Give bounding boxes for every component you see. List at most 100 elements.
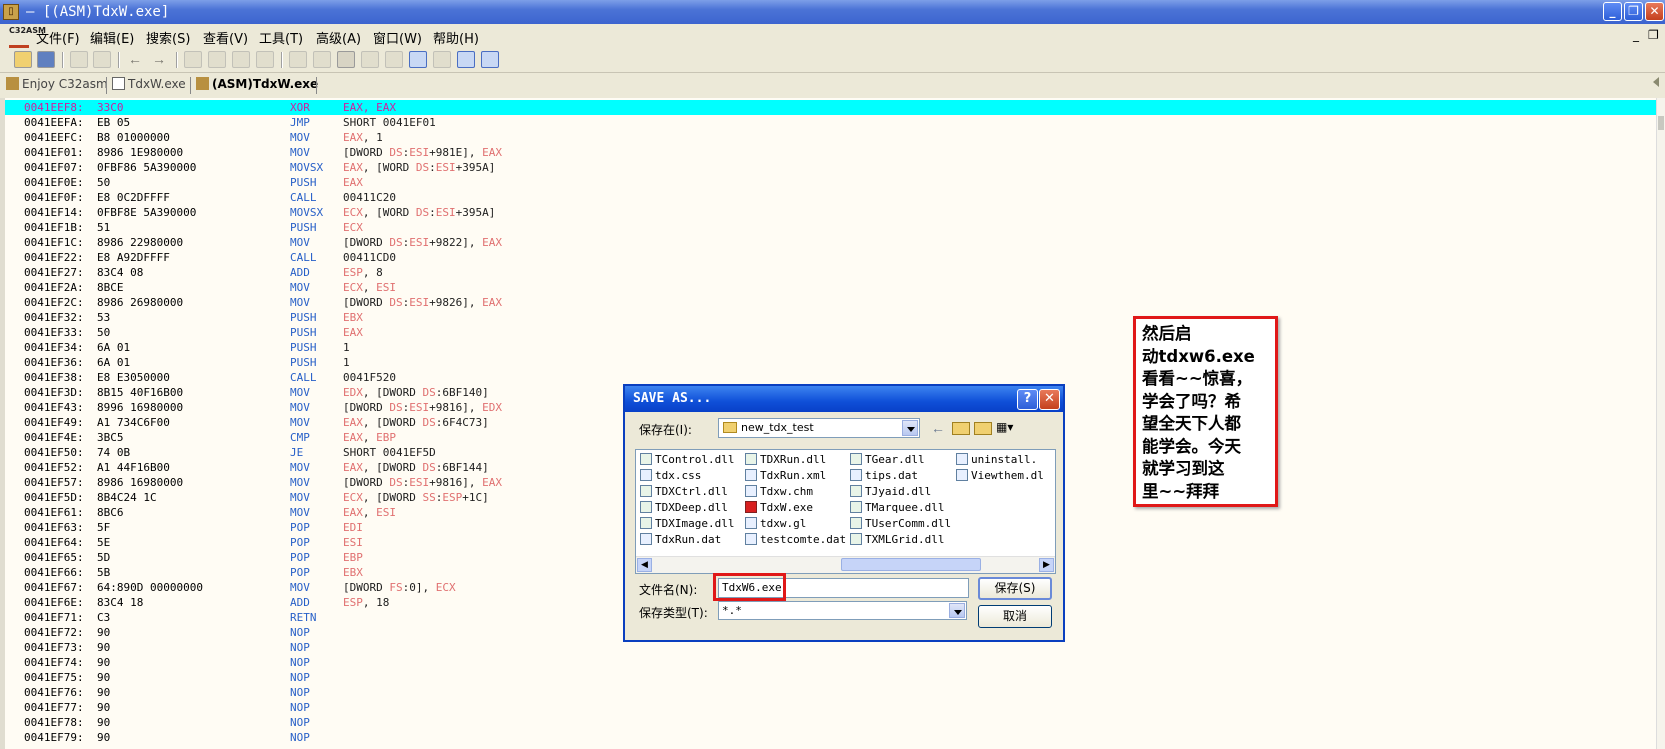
- disasm-row[interactable]: 0041EF34: 6A 01 PUSH 1: [24, 340, 1634, 355]
- file-item[interactable]: testcomte.dat: [745, 532, 846, 548]
- paste-icon[interactable]: [93, 51, 111, 68]
- view-asm-icon[interactable]: [409, 51, 427, 68]
- file-item[interactable]: TXMLGrid.dll: [850, 532, 944, 548]
- disasm-row[interactable]: 0041EF0E: 50 PUSH EAX: [24, 175, 1634, 190]
- view-menu-icon[interactable]: ▦▾: [996, 420, 1020, 436]
- file-item[interactable]: TJyaid.dll: [850, 484, 931, 500]
- file-item[interactable]: uninstall.: [956, 452, 1037, 468]
- chevron-down-icon[interactable]: [949, 603, 965, 618]
- file-item[interactable]: tips.dat: [850, 468, 918, 484]
- tab-enjoy-c32asm[interactable]: Enjoy C32asm: [6, 77, 108, 97]
- gear-icon[interactable]: [289, 51, 307, 68]
- file-item[interactable]: TGear.dll: [850, 452, 925, 468]
- file-item[interactable]: Tdxw.chm: [745, 484, 813, 500]
- mdi-restore-icon[interactable]: ❐: [1648, 28, 1659, 42]
- up-folder-icon[interactable]: [952, 422, 970, 435]
- disasm-row[interactable]: 0041EF73: 90 NOP: [24, 640, 1634, 655]
- grid-icon[interactable]: [361, 51, 379, 68]
- file-list[interactable]: TControl.dll tdx.css TDXCtrl.dll TDXDeep.dl…: [635, 449, 1056, 574]
- disasm-row[interactable]: 0041EF79: 90 NOP: [24, 730, 1634, 745]
- help-button[interactable]: ?: [1017, 389, 1038, 410]
- return-icon[interactable]: [256, 51, 274, 68]
- settings-icon[interactable]: [433, 51, 451, 68]
- mdi-minimize-icon[interactable]: _: [1633, 28, 1639, 42]
- save-icon[interactable]: [37, 51, 55, 68]
- file-item[interactable]: TMarquee.dll: [850, 500, 944, 516]
- copy-icon[interactable]: [70, 51, 88, 68]
- menu-tools[interactable]: 工具(T): [259, 28, 303, 47]
- file-item[interactable]: TdxW.exe: [745, 500, 813, 516]
- file-item[interactable]: TDXDeep.dll: [640, 500, 728, 516]
- goto-icon[interactable]: [184, 51, 202, 68]
- menu-window[interactable]: 窗口(W): [373, 28, 422, 47]
- split-icon[interactable]: [481, 51, 499, 68]
- disasm-row[interactable]: 0041EF1B: 51 PUSH ECX: [24, 220, 1634, 235]
- tab-asm-tdxw-exe[interactable]: (ASM)TdxW.exe: [196, 77, 318, 97]
- dialog-close-button[interactable]: ✕: [1039, 389, 1060, 410]
- disasm-row[interactable]: 0041EF77: 90 NOP: [24, 700, 1634, 715]
- maximize-button[interactable]: ❐: [1624, 2, 1643, 21]
- scroll-left-icon[interactable]: ◀: [637, 558, 652, 572]
- file-item[interactable]: tdx.css: [640, 468, 701, 484]
- disasm-row[interactable]: 0041EF75: 90 NOP: [24, 670, 1634, 685]
- file-item[interactable]: tdxw.gl: [745, 516, 806, 532]
- close-button[interactable]: ✕: [1645, 2, 1664, 21]
- back-icon[interactable]: ←: [931, 420, 949, 436]
- menu-advanced[interactable]: 高级(A): [316, 28, 361, 47]
- window-icon[interactable]: [457, 51, 475, 68]
- disasm-row[interactable]: 0041EF0F: E8 0C2DFFFF CALL 00411C20: [24, 190, 1634, 205]
- disasm-row[interactable]: 0041EF2A: 8BCE MOV ECX, ESI: [24, 280, 1634, 295]
- disasm-row[interactable]: 0041EF07: 0FBF86 5A390000 MOVSX EAX, [WORD …: [24, 160, 1634, 175]
- disasm-row[interactable]: 0041EF1C: 8986 22980000 MOV [DWORD DS:ESI+9…: [24, 235, 1634, 250]
- vertical-scrollbar[interactable]: [1656, 98, 1665, 749]
- disasm-row[interactable]: 0041EF01: 8986 1E980000 MOV [DWORD DS:ESI+9…: [24, 145, 1634, 160]
- new-folder-icon[interactable]: [974, 422, 992, 435]
- menu-edit[interactable]: 编辑(E): [90, 28, 134, 47]
- disasm-row[interactable]: 0041EF38: E8 E3050000 CALL 0041F520: [24, 370, 1634, 385]
- back-arrow-icon[interactable]: ←: [128, 51, 146, 68]
- save-in-combo[interactable]: new_tdx_test: [718, 418, 920, 438]
- call-icon[interactable]: [232, 51, 250, 68]
- table-icon[interactable]: [385, 51, 403, 68]
- chevron-down-icon[interactable]: [902, 420, 918, 436]
- file-item[interactable]: TDXRun.dll: [745, 452, 826, 468]
- list-icon[interactable]: [313, 51, 331, 68]
- minimize-button[interactable]: _: [1603, 2, 1622, 21]
- menu-help[interactable]: 帮助(H): [433, 28, 479, 47]
- disasm-row[interactable]: 0041EF14: 0FBF8E 5A390000 MOVSX ECX, [WORD …: [24, 205, 1634, 220]
- app-icon[interactable]: ▯: [3, 4, 19, 20]
- tab-tdxw-exe[interactable]: TdxW.exe: [112, 77, 186, 97]
- file-item[interactable]: TDXImage.dll: [640, 516, 734, 532]
- align-icon[interactable]: [337, 51, 355, 68]
- scroll-right-icon[interactable]: ▶: [1039, 558, 1054, 572]
- file-item[interactable]: TDXCtrl.dll: [640, 484, 728, 500]
- save-button[interactable]: 保存(S): [978, 577, 1052, 600]
- file-item[interactable]: TdxRun.xml: [745, 468, 826, 484]
- disasm-row[interactable]: 0041EEF8: 33C0 XOR EAX, EAX: [5, 100, 1656, 115]
- file-item[interactable]: TUserComm.dll: [850, 516, 951, 532]
- filetype-combo[interactable]: *.*: [718, 601, 967, 620]
- disasm-row[interactable]: 0041EEFA: EB 05 JMP SHORT 0041EF01: [24, 115, 1634, 130]
- jump-icon[interactable]: [208, 51, 226, 68]
- disasm-row[interactable]: 0041EF33: 50 PUSH EAX: [24, 325, 1634, 340]
- menu-view[interactable]: 查看(V): [203, 28, 248, 47]
- file-item[interactable]: TdxRun.dat: [640, 532, 721, 548]
- disasm-row[interactable]: 0041EF27: 83C4 08 ADD ESP, 8: [24, 265, 1634, 280]
- horizontal-scrollbar-thumb[interactable]: [841, 558, 981, 571]
- scrollbar-thumb[interactable]: [1658, 116, 1664, 130]
- disasm-row[interactable]: 0041EF74: 90 NOP: [24, 655, 1634, 670]
- forward-arrow-icon[interactable]: →: [152, 51, 170, 68]
- disasm-row[interactable]: 0041EF78: 90 NOP: [24, 715, 1634, 730]
- file-list-horizontal-scrollbar[interactable]: ◀ ▶: [636, 556, 1055, 573]
- disasm-row[interactable]: 0041EEFC: B8 01000000 MOV EAX, 1: [24, 130, 1634, 145]
- cancel-button[interactable]: 取消: [978, 605, 1052, 628]
- disasm-row[interactable]: 0041EF32: 53 PUSH EBX: [24, 310, 1634, 325]
- file-item[interactable]: Viewthem.dl: [956, 468, 1044, 484]
- menu-search[interactable]: 搜索(S): [146, 28, 190, 47]
- disasm-row[interactable]: 0041EF36: 6A 01 PUSH 1: [24, 355, 1634, 370]
- tab-scroll-left-icon[interactable]: [1653, 77, 1659, 87]
- file-item[interactable]: TControl.dll: [640, 452, 734, 468]
- disasm-row[interactable]: 0041EF22: E8 A92DFFFF CALL 00411CD0: [24, 250, 1634, 265]
- disasm-row[interactable]: 0041EF76: 90 NOP: [24, 685, 1634, 700]
- disasm-row[interactable]: 0041EF2C: 8986 26980000 MOV [DWORD DS:ESI+9…: [24, 295, 1634, 310]
